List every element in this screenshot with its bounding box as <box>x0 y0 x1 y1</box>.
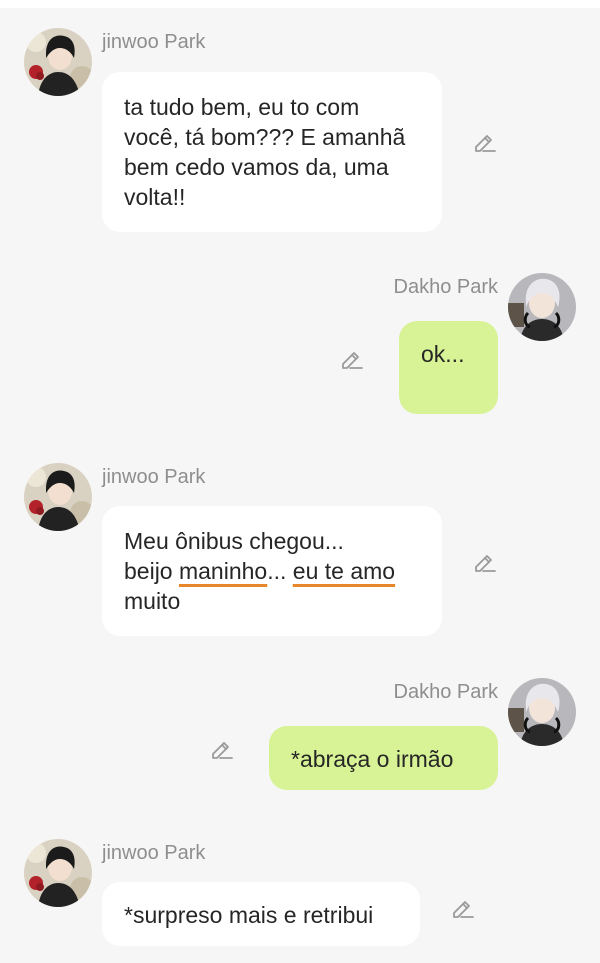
message-line: muito <box>124 588 181 614</box>
message-line: beijo maninho... eu te amo <box>124 556 420 586</box>
pencil-edit-icon[interactable] <box>472 548 498 574</box>
message-line: volta!! <box>124 184 186 210</box>
message-bubble-incoming[interactable]: ta tudo bem, eu to com você, tá bom??? E… <box>102 72 442 232</box>
sender-name: jinwoo Park <box>102 31 206 53</box>
message-line: Meu ônibus chegou... <box>124 528 344 554</box>
pencil-edit-icon[interactable] <box>209 735 235 761</box>
pencil-edit-icon[interactable] <box>472 128 498 154</box>
message-text: beijo <box>124 558 179 584</box>
avatar-dakho[interactable] <box>508 678 576 746</box>
message-line: *abraça o irmão <box>291 746 454 772</box>
sender-name: Dakho Park <box>393 681 499 703</box>
sender-name: jinwoo Park <box>102 842 206 864</box>
message-line: *surpreso mais e retribui <box>124 902 374 928</box>
spellcheck-underlined-phrase[interactable]: eu te amo <box>293 558 395 584</box>
message-bubble-outgoing[interactable]: ok... <box>399 321 498 414</box>
chat-screen: jinwoo Park ta tudo bem, eu to com você,… <box>0 0 600 963</box>
message-line: ok... <box>421 341 465 367</box>
top-bar-edge <box>0 0 600 8</box>
message-line: você, tá bom??? E amanhã <box>124 124 406 150</box>
sender-name: Dakho Park <box>393 276 499 298</box>
message-line: bem cedo vamos da, uma <box>124 154 389 180</box>
message-bubble-incoming[interactable]: *surpreso mais e retribui <box>102 882 420 946</box>
avatar-dakho[interactable] <box>508 273 576 341</box>
message-text: ... <box>267 558 293 584</box>
spellcheck-underlined-word[interactable]: maninho <box>179 558 267 584</box>
message-bubble-incoming[interactable]: Meu ônibus chegou... beijo maninho... eu… <box>102 506 442 636</box>
avatar-jinwoo[interactable] <box>24 28 92 96</box>
pencil-edit-icon[interactable] <box>450 894 476 920</box>
avatar-jinwoo[interactable] <box>24 463 92 531</box>
message-line: ta tudo bem, eu to com <box>124 94 360 120</box>
pencil-edit-icon[interactable] <box>339 345 365 371</box>
sender-name: jinwoo Park <box>102 466 206 488</box>
message-bubble-outgoing[interactable]: *abraça o irmão <box>269 726 498 790</box>
avatar-jinwoo[interactable] <box>24 839 92 907</box>
